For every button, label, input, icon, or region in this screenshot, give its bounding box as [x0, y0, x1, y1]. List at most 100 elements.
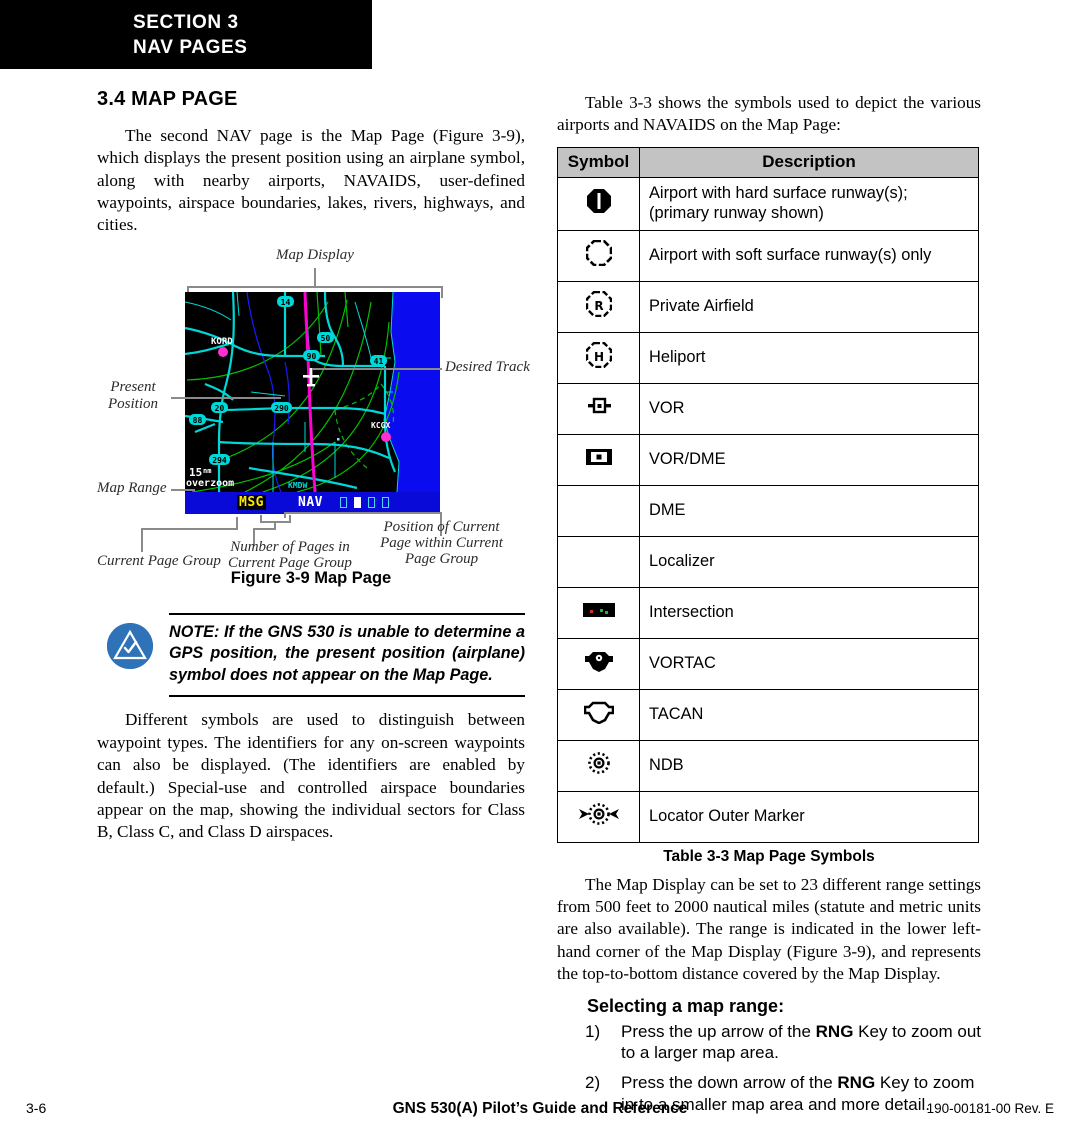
note-callout: NOTE: If the GNS 530 is unable to determ…: [97, 612, 525, 698]
step-text-pre: Press the down arrow of the: [621, 1073, 838, 1093]
left-column: 3.4 MAP PAGE The second NAV page is the …: [97, 88, 530, 854]
callout-page-position-line2: Page within Current: [380, 534, 503, 551]
airport-soft-surface-icon: [557, 229, 640, 282]
callout-page-position-line1: Position of Current: [383, 518, 500, 535]
table-header-row: Symbol Description: [557, 146, 979, 178]
column-header-symbol: Symbol: [557, 146, 640, 178]
procedure-title: Selecting a map range:: [587, 995, 785, 1016]
callout-current-page-group: Current Page Group: [97, 552, 221, 569]
vortac-icon: [557, 637, 640, 690]
page-group-label: NAV: [298, 494, 323, 510]
callout-present-position-line1: Present: [110, 378, 156, 395]
callout-present-position-line2: Position: [107, 395, 158, 412]
leader-pos-left-tick: [284, 511, 286, 518]
msg-annunciator[interactable]: MSG: [237, 494, 266, 510]
page-dot-2-active: [354, 496, 361, 508]
leader-cpg-horiz: [141, 527, 238, 530]
heliport-icon: H: [557, 331, 640, 384]
table-row: NDB: [557, 739, 979, 792]
table-row: Localizer: [557, 535, 979, 588]
table-row: R Private Airfield: [557, 280, 979, 333]
leader-pos-horiz: [284, 511, 442, 514]
table-cell-description: Locator Outer Marker: [639, 790, 979, 843]
table-row: VORTAC: [557, 637, 979, 690]
table-cell-description: Intersection: [639, 586, 979, 639]
svg-text:KMDW: KMDW: [288, 481, 307, 490]
private-airfield-icon: R: [557, 280, 640, 333]
map-page-symbols-table: Symbol Description Airport with hard sur…: [557, 146, 979, 843]
vor-icon: [557, 382, 640, 435]
page-dot-3: [368, 496, 375, 508]
airport-hard-surface-icon: [557, 176, 640, 231]
table-cell-description: VOR: [639, 382, 979, 435]
footer-part-number: 190-00181-00 Rev. E: [926, 1101, 1054, 1116]
svg-text:41: 41: [374, 357, 384, 366]
note-triangle-check-icon: [107, 622, 153, 669]
svg-text:290: 290: [274, 404, 289, 413]
table-cell-description: VORTAC: [639, 637, 979, 690]
leader-cpg-down: [141, 527, 143, 552]
table-cell-description: Private Airfield: [639, 280, 979, 333]
svg-text:KORD: KORD: [211, 337, 233, 347]
rng-key-label: RNG: [815, 1021, 854, 1041]
svg-text:R: R: [594, 299, 603, 313]
svg-text:overzoom: overzoom: [186, 478, 234, 489]
svg-text:20: 20: [215, 404, 225, 413]
callout-page-position-line3: Page Group: [404, 550, 479, 567]
procedure-step-1: 1) Press the up arrow of the RNG Key to …: [557, 1021, 981, 1065]
table-cell-description: DME: [639, 484, 979, 537]
table-row: Locator Outer Marker: [557, 790, 979, 843]
note-text: NOTE: If the GNS 530 is unable to determ…: [169, 622, 525, 684]
table-row: H Heliport: [557, 331, 979, 384]
table-cell-description: NDB: [639, 739, 979, 792]
table-row: TACAN: [557, 688, 979, 741]
svg-text:KCGX: KCGX: [371, 421, 390, 430]
table-row: Airport with soft surface runway(s) only: [557, 229, 979, 282]
page-dot-4: [382, 496, 389, 508]
range-paragraph: The Map Display can be set to 23 differe…: [557, 874, 981, 984]
rng-key-label: RNG: [837, 1073, 876, 1093]
note-body: NOTE: If the GNS 530 is unable to determ…: [169, 612, 525, 698]
page-footer: 3-6 GNS 530(A) Pilot’s Guide and Referen…: [0, 1100, 1080, 1130]
table-intro-paragraph: Table 3-3 shows the symbols used to depi…: [557, 93, 981, 135]
table-row: VOR/DME: [557, 433, 979, 486]
table-cell-description: Localizer: [639, 535, 979, 588]
leader-desired-track: [312, 367, 442, 370]
map-display-screen[interactable]: KORD KCGX 14 50 90 41 20 290 88 294 15 n…: [185, 291, 440, 514]
callout-map-range: Map Range: [97, 479, 167, 496]
section-header-banner: SECTION 3 NAV PAGES: [0, 0, 372, 69]
locator-outer-marker-icon: [557, 790, 640, 843]
svg-text:14: 14: [281, 298, 291, 307]
step-text: Press the up arrow of the RNG Key to zoo…: [621, 1021, 981, 1065]
leader-map-display-vert: [314, 267, 316, 287]
svg-text:nm: nm: [203, 467, 211, 475]
leader-map-display-bracket-right: [441, 285, 443, 298]
table-row: Intersection: [557, 586, 979, 639]
callout-map-display: Map Display: [276, 246, 354, 263]
svg-text:H: H: [593, 350, 603, 364]
table-cell-description: Airport with soft surface runway(s) only: [639, 229, 979, 282]
table-cell-description: Heliport: [639, 331, 979, 384]
svg-text:88: 88: [193, 416, 203, 425]
table-cell-description: Airport with hard surface runway(s); (pr…: [639, 176, 979, 231]
svg-text:50: 50: [321, 334, 331, 343]
svg-text:90: 90: [307, 352, 317, 361]
page-dot-1: [340, 496, 347, 508]
vor-dme-icon: [557, 433, 640, 486]
footer-document-title: GNS 530(A) Pilot’s Guide and Reference: [392, 1100, 688, 1117]
step-number: 1): [585, 1021, 601, 1041]
ndb-icon: [557, 739, 640, 792]
svg-text:294: 294: [212, 456, 227, 465]
column-header-description: Description: [639, 146, 979, 178]
tacan-icon: [557, 688, 640, 741]
intro-paragraph: The second NAV page is the Map Page (Fig…: [97, 126, 525, 235]
leader-present-position: [171, 396, 281, 399]
map-status-bar: MSG NAV: [185, 491, 440, 514]
localizer-icon-empty: [557, 535, 640, 588]
leader-map-range: [171, 488, 195, 491]
table-row: DME: [557, 484, 979, 537]
table-caption: Table 3-3 Map Page Symbols: [663, 847, 875, 865]
figure-3-9: Map Display KORD KCGX 14 50 90 41 20 290…: [97, 246, 530, 607]
dme-icon-empty: [557, 484, 640, 537]
section-header-line1: SECTION 3: [133, 12, 239, 33]
